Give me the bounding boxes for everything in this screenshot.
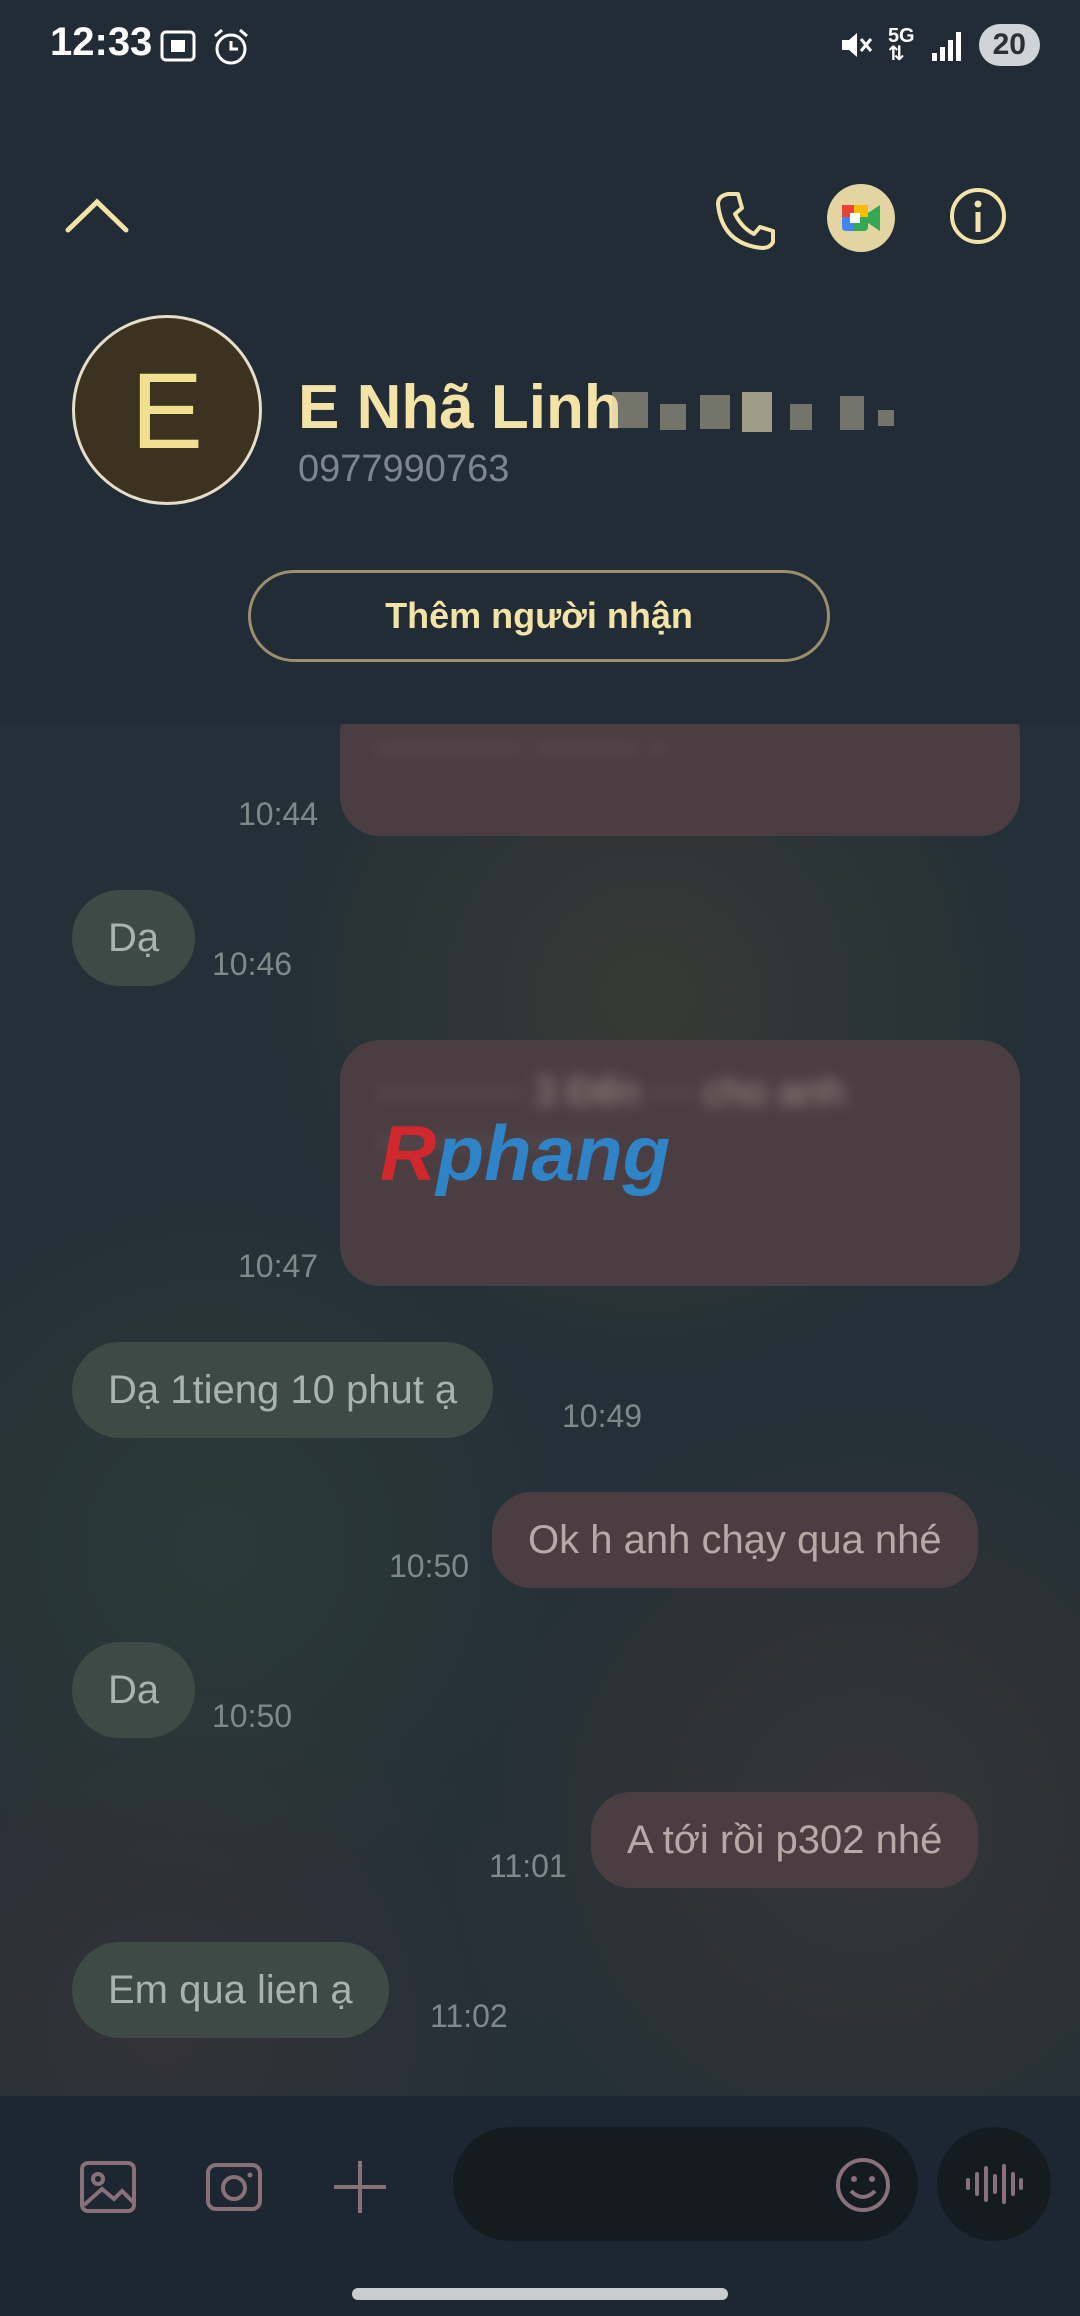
meet-icon [842,205,880,231]
mute-icon [841,33,873,57]
collapse-chevron-up-icon[interactable] [62,186,132,246]
message-text: Dạ [108,916,160,960]
message-bubble-incoming[interactable]: Dạ 1tieng 10 phut ạ [72,1342,494,1438]
add-recipient-button[interactable]: Thêm người nhận [248,570,830,662]
network-5g-icon: 5G ⇅ [887,25,915,65]
message-time: 11:02 [430,1998,508,2034]
message-bubble-incoming[interactable]: Da [72,1642,196,1738]
message-bubble-outgoing[interactable]: Ok h anh chạy qua nhé [492,1492,978,1588]
home-indicator [352,2288,728,2300]
message-text: Dạ 1tieng 10 phut ạ [108,1368,458,1412]
status-left-icons [158,26,252,68]
voice-waveform-icon [966,2164,1023,2204]
emoji-icon[interactable] [833,2155,893,2215]
message-time: 10:46 [212,946,293,982]
alarm-icon [214,28,248,65]
message-text: A tới rồi p302 nhé [627,1818,943,1862]
add-attachment-icon[interactable] [328,2155,392,2219]
message-bubble-incoming[interactable]: Em qua lien ạ [72,1942,389,2038]
message-text: Em qua lien ạ [108,1968,353,2012]
camera-icon[interactable] [202,2155,266,2219]
watermark-logo: Rphang [380,1109,671,1197]
message-bubble-outgoing[interactable]: A tới rồi p302 nhé [591,1792,979,1888]
message-bubble-outgoing[interactable]: ··········· ········ · [340,724,1020,836]
message-time: 10:50 [389,1548,470,1584]
phone-call-icon[interactable] [710,186,780,256]
message-time: 10:47 [238,1248,319,1284]
message-time: 11:01 [489,1848,567,1884]
message-time: 10:44 [238,796,319,832]
voice-message-button[interactable] [937,2127,1051,2241]
status-right-icons: 5G ⇅ 20 [838,24,1040,66]
contact-avatar[interactable]: E [72,315,262,505]
gallery-image-icon[interactable] [76,2155,140,2219]
signal-icon [931,32,961,61]
message-text: Da [108,1668,160,1712]
message-time: 10:50 [212,1698,293,1734]
screenshot-icon [160,30,196,62]
video-call-button[interactable] [827,184,895,252]
contact-name: E Nhã Linh [298,373,622,442]
network-label: 5G [887,25,915,47]
status-time: 12:33 [50,20,153,64]
message-list[interactable]: ··········· ········ · 10:44 Dạ 10:46 ··… [0,724,1080,2096]
message-text: ··········· ········ · [376,724,665,768]
info-icon[interactable] [948,186,1008,246]
message-time: 10:49 [562,1398,643,1434]
contact-phone: 0977990763 [298,448,510,490]
message-bubble-incoming[interactable]: Dạ [72,890,196,986]
message-text: Ok h anh chạy qua nhé [528,1518,942,1562]
conversation-header: 12:33 5G ⇅ 20 E E Nhã Linh 0977990763 Th… [0,0,1080,724]
battery-indicator: 20 [978,24,1040,66]
